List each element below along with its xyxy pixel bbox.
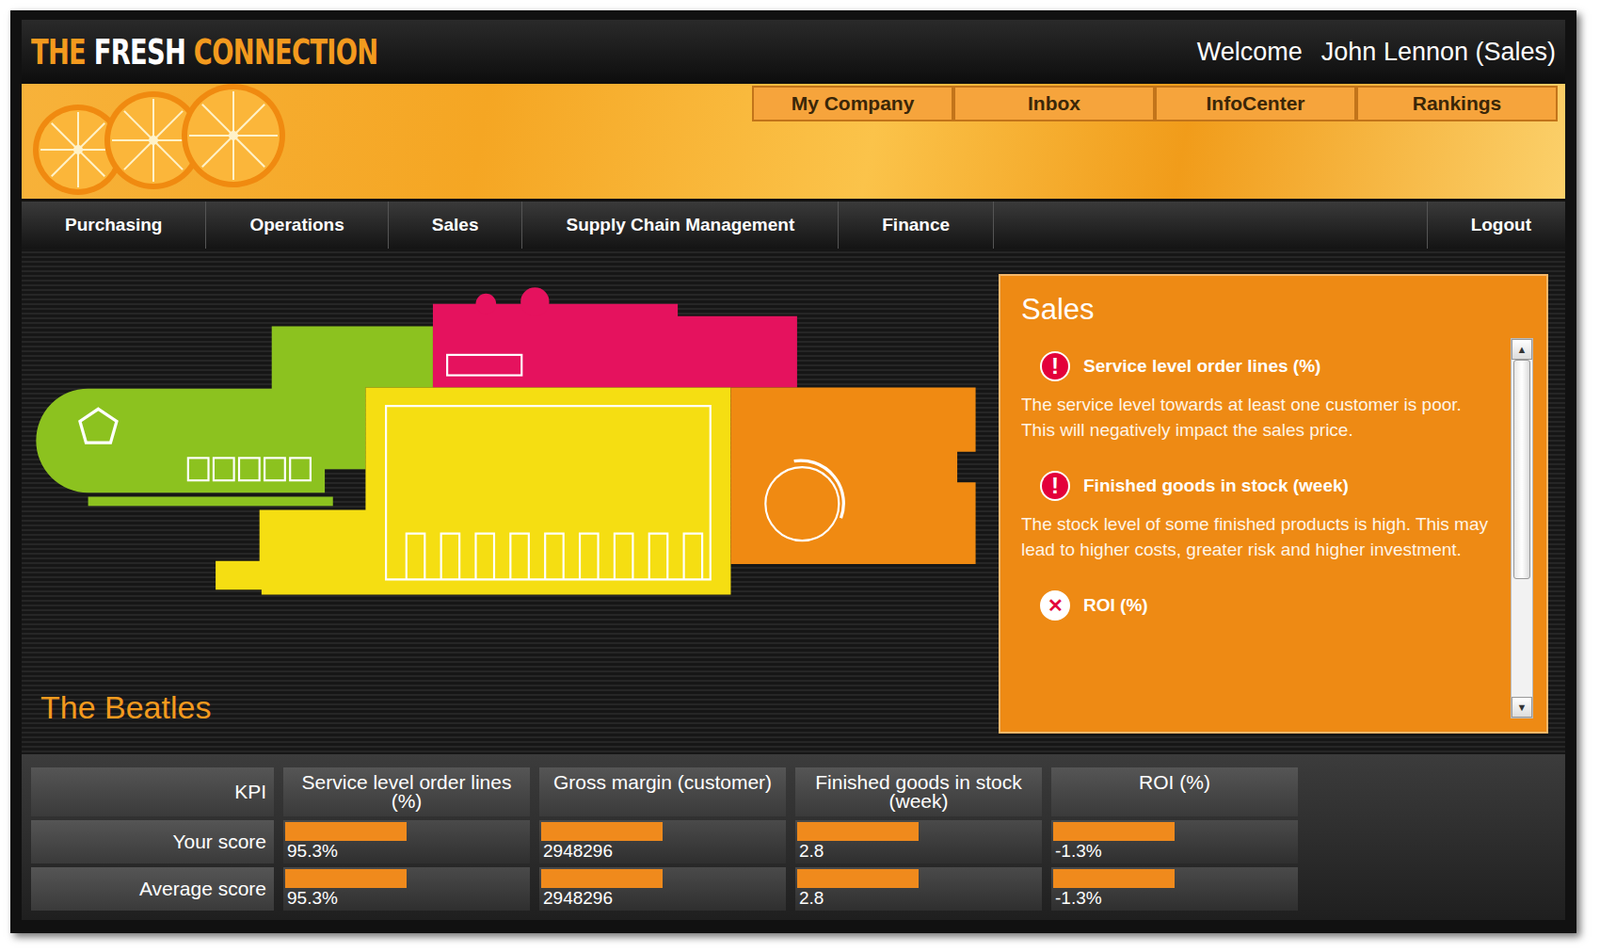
nav-item[interactable]: Purchasing <box>21 201 207 249</box>
kpi-bar <box>285 821 407 841</box>
top-tab[interactable]: InfoCenter <box>1154 85 1357 122</box>
team-name: The Beatles <box>31 688 999 726</box>
app-window: THEFRESHCONNECTION Welcome John Lennon (Sa… <box>10 10 1577 933</box>
alert-head: ! Finished goods in stock (week) <box>1021 470 1500 501</box>
scroll-track[interactable] <box>1511 359 1533 697</box>
kpi-bar <box>797 821 919 841</box>
nav-item[interactable]: Supply Chain Management <box>522 201 839 249</box>
logo-word: FRESH <box>94 31 186 73</box>
nav-spacer <box>993 201 1427 249</box>
kpi-bar <box>285 868 407 888</box>
kpi-bar <box>1053 868 1175 888</box>
warning-icon: ! <box>1040 470 1071 501</box>
kpi-header-label: KPI <box>31 767 274 816</box>
kpi-cell: 2.8 <box>795 819 1042 864</box>
alert-text: The service level towards at least one c… <box>1021 392 1500 443</box>
logo-word: CONNECTION <box>193 31 379 73</box>
kpi-cell: -1.3% <box>1051 819 1298 864</box>
kpi-value: -1.3% <box>1053 887 1296 909</box>
kpi-value: -1.3% <box>1053 840 1296 862</box>
kpi-column-header: Service level order lines (%) <box>283 767 530 816</box>
scroll-up-icon[interactable]: ▲ <box>1511 338 1533 360</box>
kpi-bar <box>541 821 663 841</box>
kpi-column-header: ROI (%) <box>1051 767 1298 816</box>
nav-item[interactable]: Finance <box>838 201 994 249</box>
alerts-panel: Sales! Service level order lines (%) The s… <box>998 273 1549 734</box>
kpi-row-label: Average score <box>31 866 274 911</box>
kpi-bar <box>541 868 663 888</box>
error-icon: ✕ <box>1040 590 1071 621</box>
nav-item[interactable]: Operations <box>206 201 388 249</box>
kpi-value: 2948296 <box>541 840 784 862</box>
kpi-bar <box>1053 821 1175 841</box>
welcome-label: Welcome <box>1197 37 1303 67</box>
alert-title: Finished goods in stock (week) <box>1083 475 1349 496</box>
alert-title: ROI (%) <box>1083 594 1149 616</box>
alert-item: ! Service level order lines (%) The servic… <box>1021 351 1500 443</box>
kpi-cell: 95.3% <box>283 819 530 864</box>
kpi-value: 95.3% <box>285 887 528 909</box>
kpi-cell: 2.8 <box>795 866 1042 911</box>
header: THEFRESHCONNECTION Welcome John Lennon (Sa… <box>21 19 1566 84</box>
nav-bar: PurchasingOperationsSalesSupply Chain Ma… <box>21 201 1566 249</box>
logo: THEFRESHCONNECTION <box>31 31 379 73</box>
banner: My CompanyInboxInfoCenterRankings <box>21 83 1566 199</box>
alert-head: ✕ ROI (%) <box>1021 590 1500 621</box>
kpi-value: 2.8 <box>797 840 1040 862</box>
scrollbar[interactable]: ▲▼ <box>1510 337 1534 719</box>
top-tab[interactable]: My Company <box>752 85 954 122</box>
logo-word: THE <box>31 31 86 73</box>
purchasing-area[interactable] <box>432 287 798 387</box>
alert-item: ! Finished goods in stock (week) The stock… <box>1021 470 1500 562</box>
kpi-table: KPIService level order lines (%)Gross ma… <box>31 767 1556 911</box>
kpi-row-label: Your score <box>31 819 274 864</box>
nav-item[interactable]: Sales <box>388 201 524 249</box>
top-tab[interactable]: Rankings <box>1356 85 1558 122</box>
kpi-cell: 2948296 <box>539 866 786 911</box>
kpi-bar <box>797 868 919 888</box>
sales-area[interactable] <box>730 387 976 565</box>
kpi-cell: -1.3% <box>1051 866 1298 911</box>
main-area: The Beatles Sales! Service level order lin… <box>21 248 1566 754</box>
top-tab[interactable]: Inbox <box>953 85 1155 122</box>
user-name: John Lennon (Sales) <box>1321 37 1556 67</box>
scroll-down-icon[interactable]: ▼ <box>1511 696 1533 718</box>
alert-head: ! Service level order lines (%) <box>1021 351 1500 382</box>
page: THEFRESHCONNECTION Welcome John Lennon (Sa… <box>0 0 1600 952</box>
top-tabs: My CompanyInboxInfoCenterRankings <box>752 85 1558 122</box>
warning-icon: ! <box>1040 351 1071 382</box>
scroll-thumb[interactable] <box>1513 359 1531 579</box>
company-view: The Beatles <box>31 273 999 734</box>
alert-list: ! Service level order lines (%) The servic… <box>1021 337 1500 719</box>
alert-title: Service level order lines (%) <box>1083 355 1321 377</box>
panel-body: ! Service level order lines (%) The servic… <box>1021 337 1534 719</box>
alert-item: ✕ ROI (%) <box>1021 590 1500 621</box>
orange-slices-icon <box>21 83 323 199</box>
kpi-area: KPIService level order lines (%)Gross ma… <box>21 753 1566 920</box>
panel-title: Sales <box>1021 292 1534 327</box>
kpi-column-header: Finished goods in stock (week) <box>795 767 1042 816</box>
kpi-cell: 2948296 <box>539 819 786 864</box>
kpi-value: 95.3% <box>285 840 528 862</box>
welcome: Welcome John Lennon (Sales) <box>1197 37 1556 67</box>
operations-area[interactable] <box>215 387 731 595</box>
kpi-value: 2.8 <box>797 887 1040 909</box>
alert-text: The stock level of some finished product… <box>1021 512 1500 562</box>
kpi-cell: 95.3% <box>283 866 530 911</box>
kpi-value: 2948296 <box>541 887 784 909</box>
kpi-column-header: Gross margin (customer) <box>539 767 786 816</box>
factory-map-icon <box>31 283 982 600</box>
logout-button[interactable]: Logout <box>1426 201 1566 249</box>
